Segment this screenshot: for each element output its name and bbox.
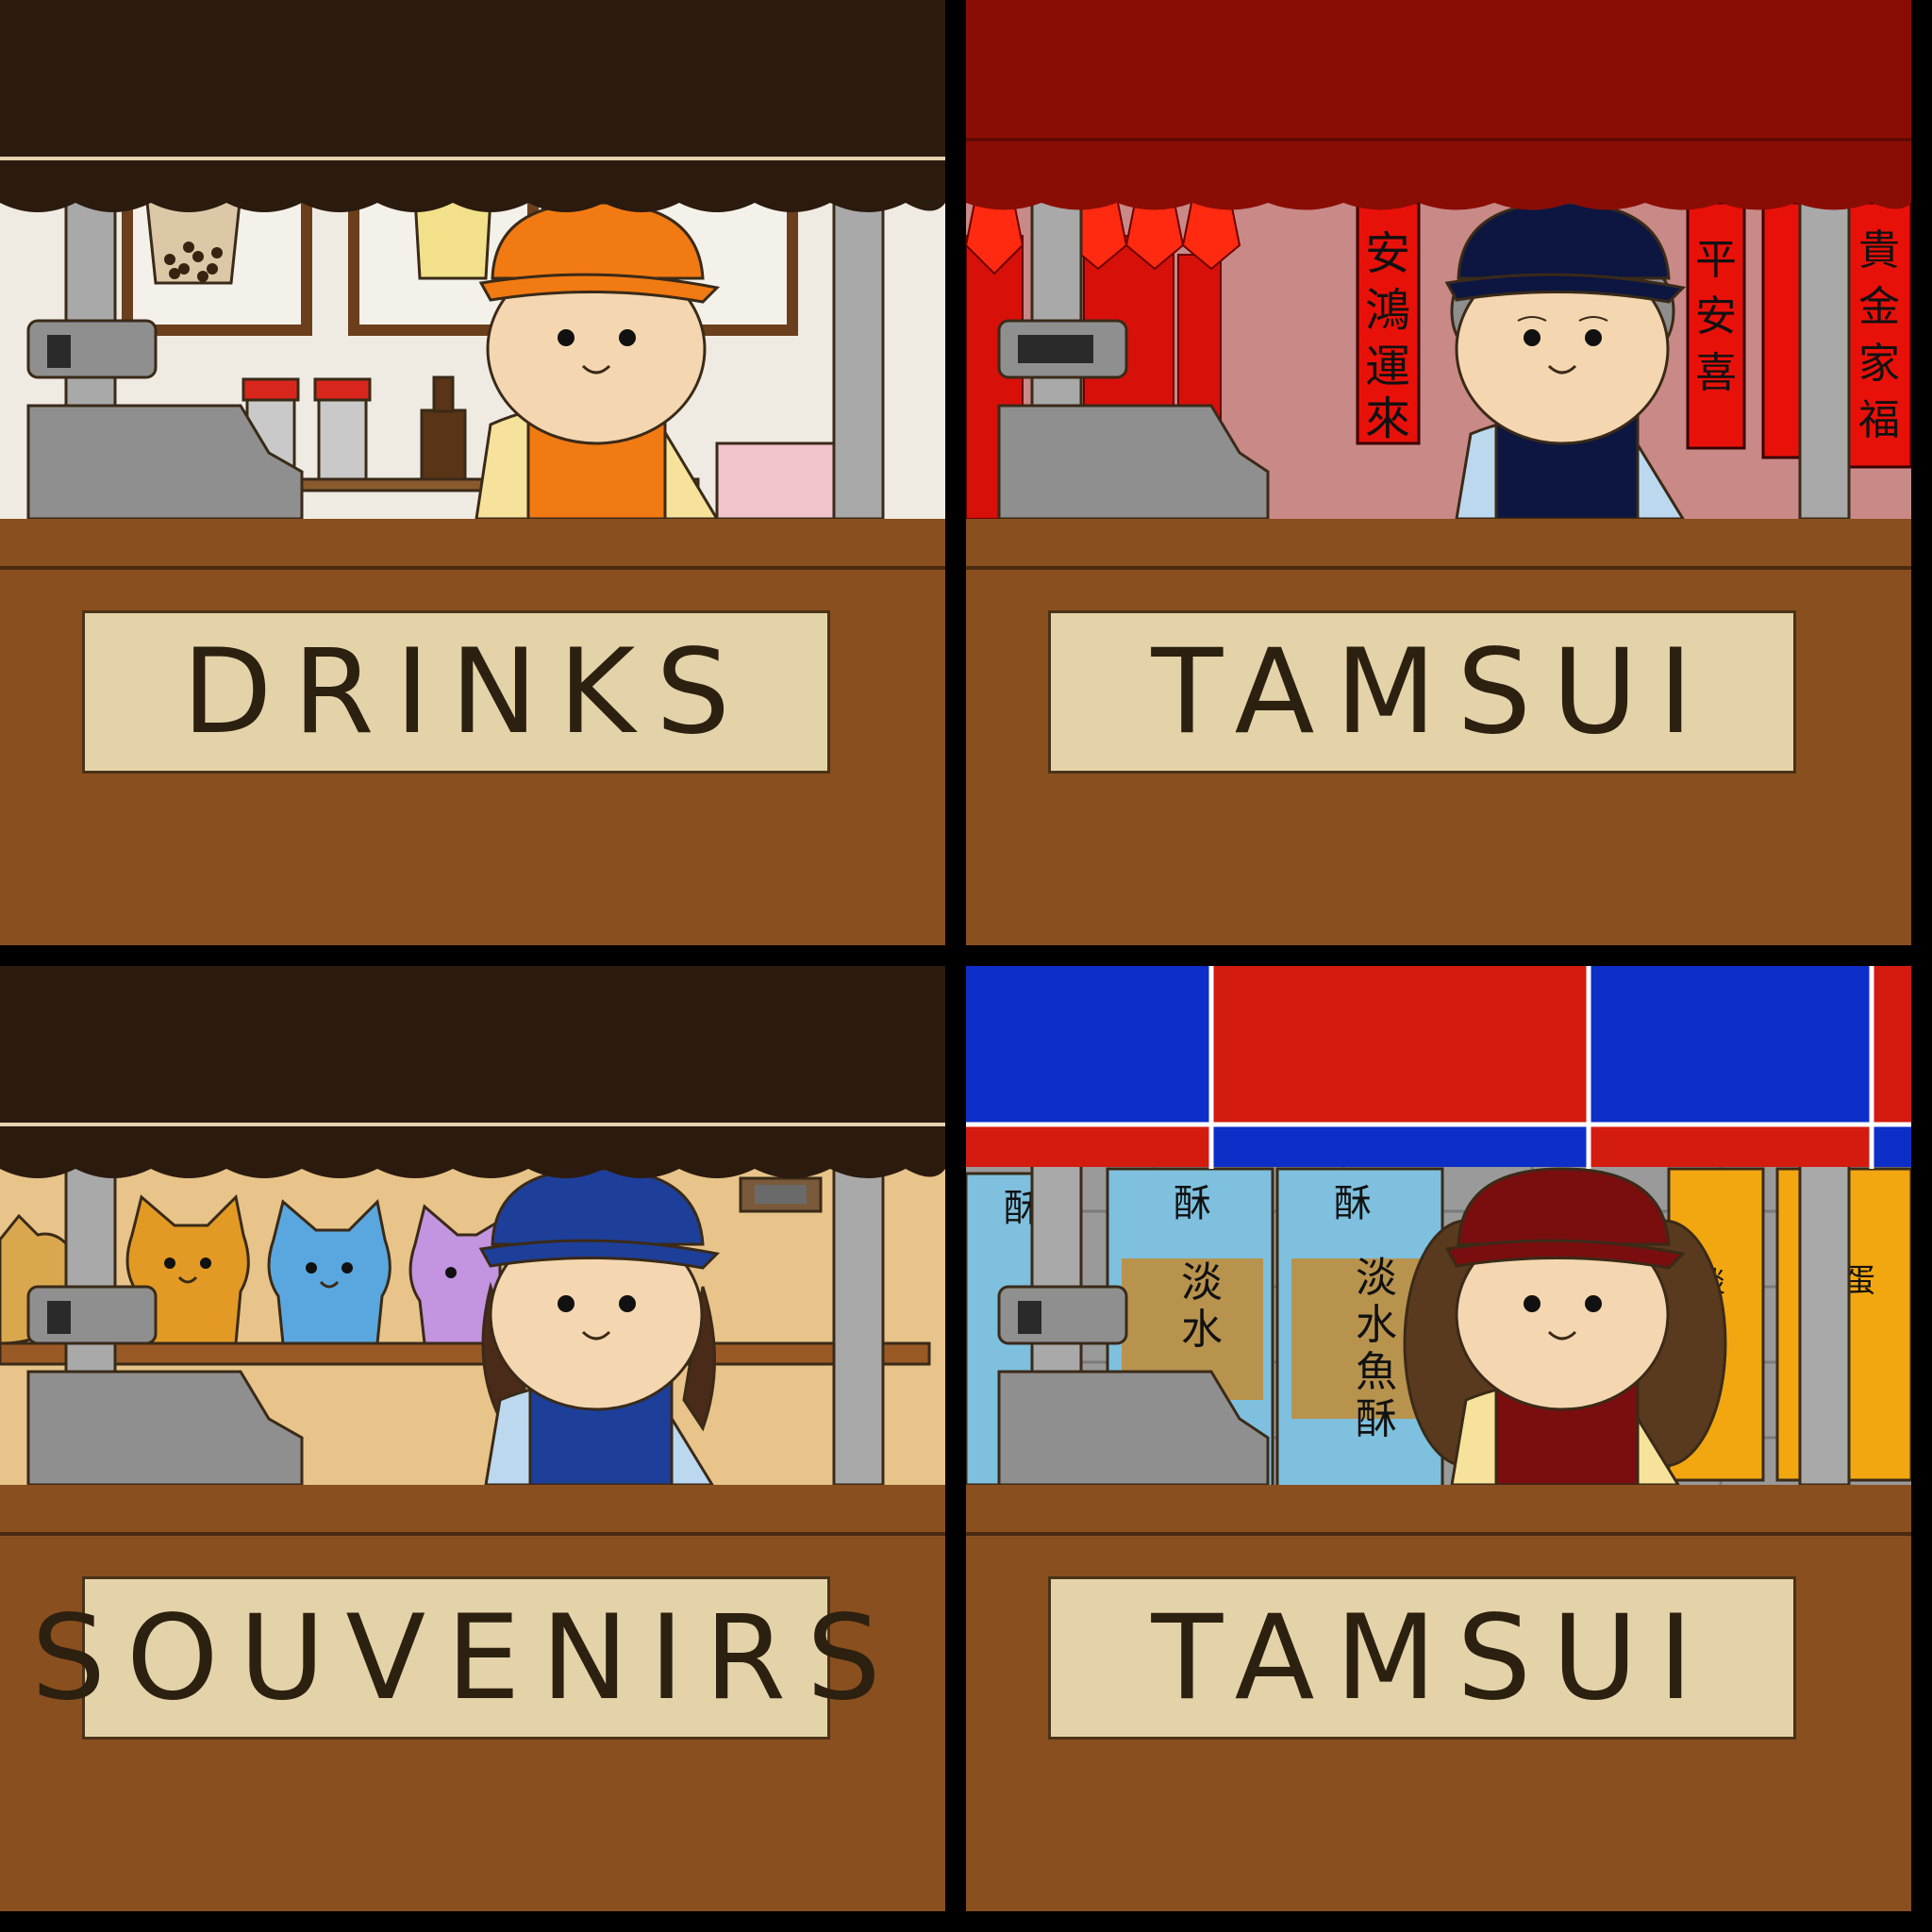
svg-text:家: 家: [1858, 340, 1900, 388]
awning: [966, 0, 1911, 160]
awning-pole: [1798, 1162, 1851, 1487]
awning-pole: [832, 196, 885, 521]
vendor-character: [478, 1167, 721, 1487]
svg-text:運: 運: [1365, 341, 1410, 393]
awning: [0, 966, 945, 1122]
svg-text:淡: 淡: [1356, 1254, 1397, 1302]
stall-sign-label: SOUVENIRS: [31, 1590, 902, 1726]
stall-sign: SOUVENIRS: [31, 1576, 881, 1740]
stall-sign: TAMSUI: [1048, 1576, 1796, 1740]
shaker-icon: [313, 377, 372, 481]
svg-text:貴: 貴: [1858, 226, 1900, 275]
awning: [966, 966, 1911, 1169]
red-couplet-banner: 安 鴻 運 來: [1356, 201, 1421, 445]
vendor-character: [475, 201, 721, 521]
red-couplet-banner: 平 安 喜: [1686, 201, 1746, 450]
awning-pole: [832, 1162, 885, 1487]
awning: [0, 0, 945, 156]
svg-text:金: 金: [1858, 283, 1900, 331]
stall-scene: [0, 0, 945, 945]
stall-panel-tamsui-lanterns: 安 鴻 運 來 平 安 喜 貴 金 家 福 TAMSUI: [966, 0, 1911, 945]
stall-scene: 酥 酥 淡 水 酥 淡 水 魚 酥 鐵蛋 淡: [966, 966, 1911, 1911]
stall-sign: TAMSUI: [1048, 610, 1796, 774]
svg-text:魚: 魚: [1356, 1348, 1397, 1396]
stall-sign: DRINKS: [82, 610, 830, 774]
svg-text:福: 福: [1858, 396, 1900, 444]
stall-sign-label: TAMSUI: [1151, 624, 1714, 760]
svg-text:酥: 酥: [1174, 1182, 1211, 1225]
svg-text:安: 安: [1695, 292, 1737, 341]
svg-text:淡: 淡: [1181, 1258, 1223, 1307]
stall-sign-label: DRINKS: [182, 624, 751, 760]
svg-text:水: 水: [1356, 1301, 1397, 1349]
svg-text:酥: 酥: [1356, 1395, 1397, 1443]
vendor-character: [1444, 201, 1687, 521]
svg-text:喜: 喜: [1695, 349, 1737, 397]
stall-panel-tamsui-snacks: 酥 酥 淡 水 酥 淡 水 魚 酥 鐵蛋 淡: [966, 966, 1911, 1911]
stall-panel-drinks: DRINKS: [0, 0, 945, 945]
svg-text:水: 水: [1181, 1306, 1223, 1354]
svg-text:酥: 酥: [1334, 1182, 1372, 1225]
svg-text:平: 平: [1695, 236, 1737, 284]
stall-scene: [0, 966, 945, 1911]
awning-pole: [1798, 196, 1851, 521]
stall-scene: 安 鴻 運 來 平 安 喜 貴 金 家 福: [966, 0, 1911, 945]
stall-sign-label: TAMSUI: [1151, 1590, 1714, 1726]
couplet-char: 安: [1365, 227, 1410, 280]
svg-text:鴻: 鴻: [1365, 284, 1410, 337]
stall-panel-souvenirs: SOUVENIRS: [0, 966, 945, 1911]
svg-text:來: 來: [1365, 392, 1410, 445]
